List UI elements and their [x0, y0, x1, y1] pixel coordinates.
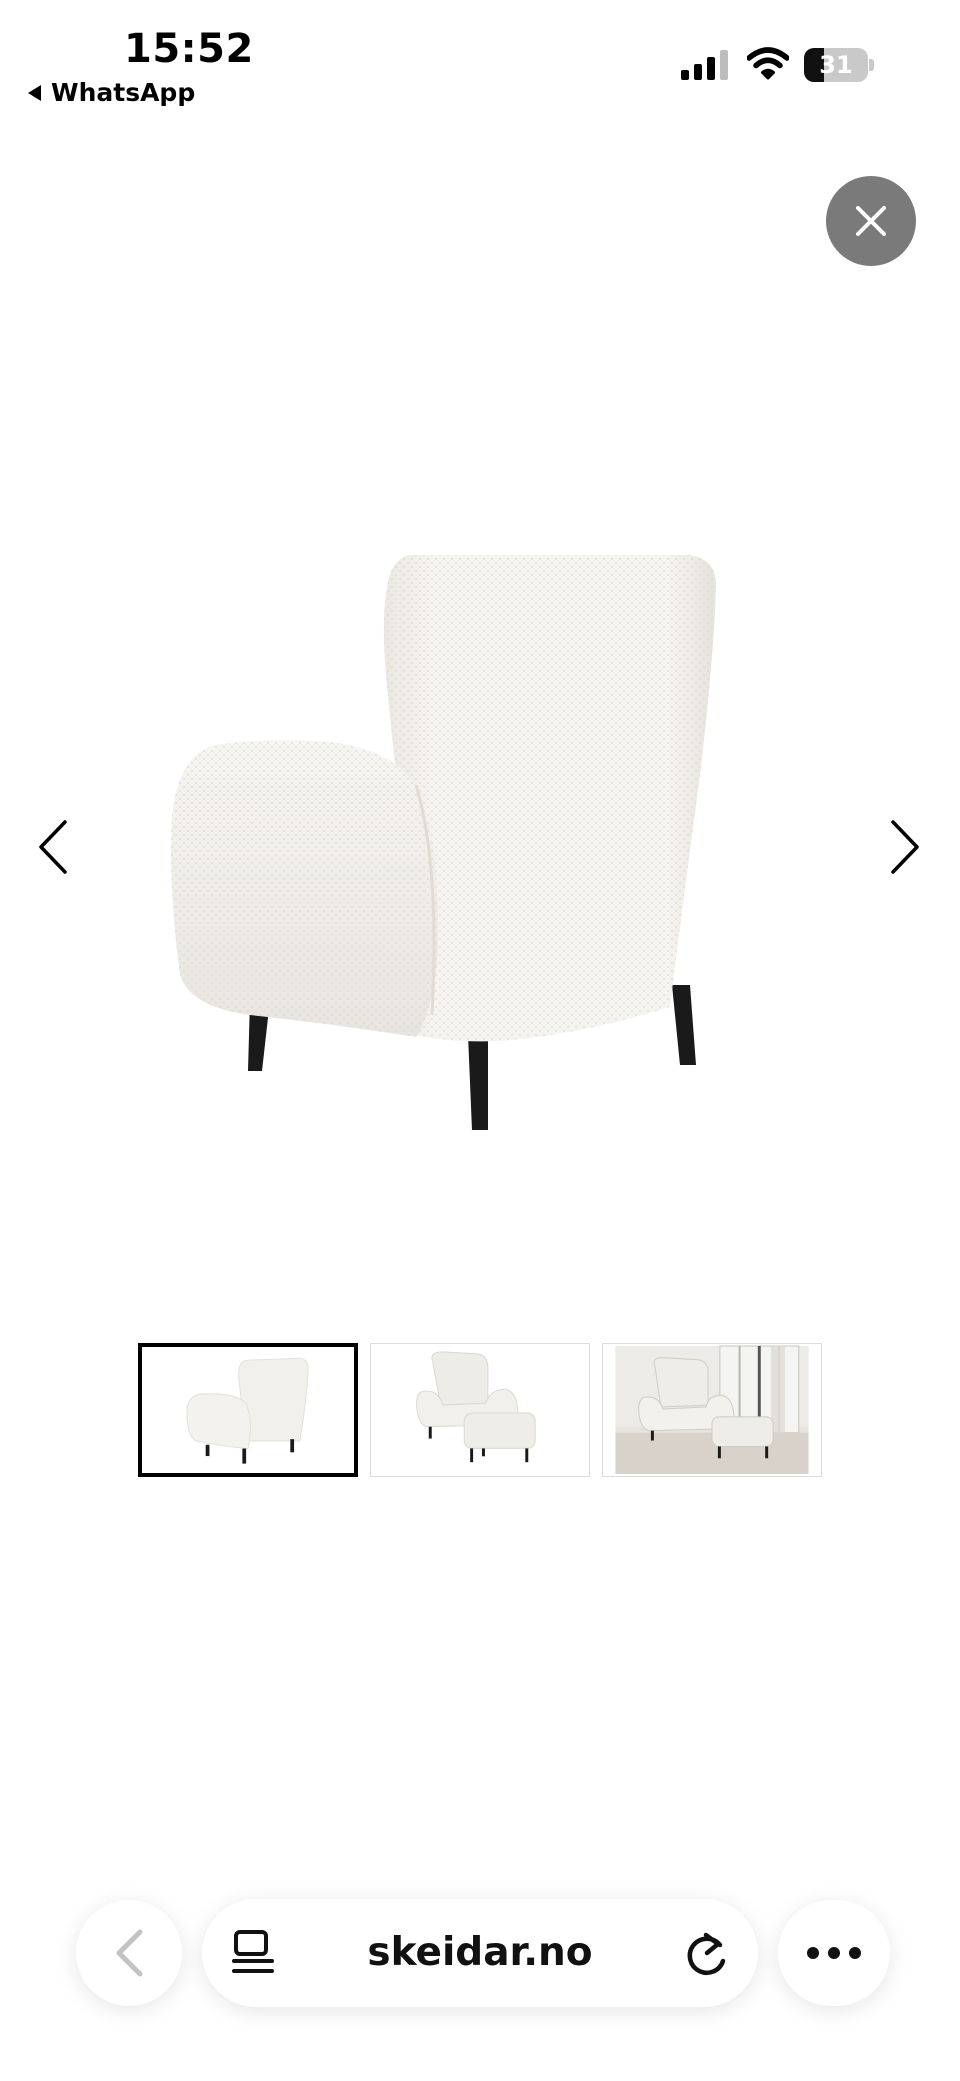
battery-percent: 31 [819, 51, 853, 79]
chair-leg [672, 985, 696, 1065]
thumbnail-armchair-in-room [603, 1344, 821, 1476]
thumbnail-armchair-with-footstool [371, 1344, 589, 1476]
reload-icon[interactable] [682, 1927, 732, 1979]
status-time: 15:52 [124, 26, 254, 72]
chevron-left-icon [39, 820, 67, 874]
back-icon [116, 1929, 143, 1977]
close-gallery-button[interactable] [826, 176, 916, 266]
signal-icon [681, 50, 728, 80]
thumbnail-3[interactable] [602, 1343, 822, 1477]
thumbnail-strip [138, 1343, 822, 1477]
previous-image-button[interactable] [28, 812, 78, 882]
thumbnail-2[interactable] [370, 1343, 590, 1477]
thumbnail-armchair-back [144, 1347, 352, 1473]
chair-leg [468, 1035, 488, 1130]
url-text: skeidar.no [367, 1930, 593, 1975]
wifi-icon [747, 47, 789, 80]
chevron-right-icon [891, 820, 919, 874]
thumbnail-1[interactable] [138, 1343, 358, 1477]
product-image-armchair [171, 555, 716, 1130]
address-bar[interactable]: skeidar.no [202, 1899, 758, 2007]
next-image-button[interactable] [880, 812, 930, 882]
back-app-label: WhatsApp [51, 78, 196, 107]
more-options-button[interactable] [778, 1900, 890, 2006]
battery-icon: 31 [804, 48, 874, 82]
more-icon [807, 1947, 861, 1959]
close-icon [856, 206, 886, 236]
back-to-app-link[interactable]: WhatsApp [28, 78, 195, 107]
browser-back-button[interactable] [76, 1900, 182, 2006]
back-triangle-icon [28, 84, 41, 101]
